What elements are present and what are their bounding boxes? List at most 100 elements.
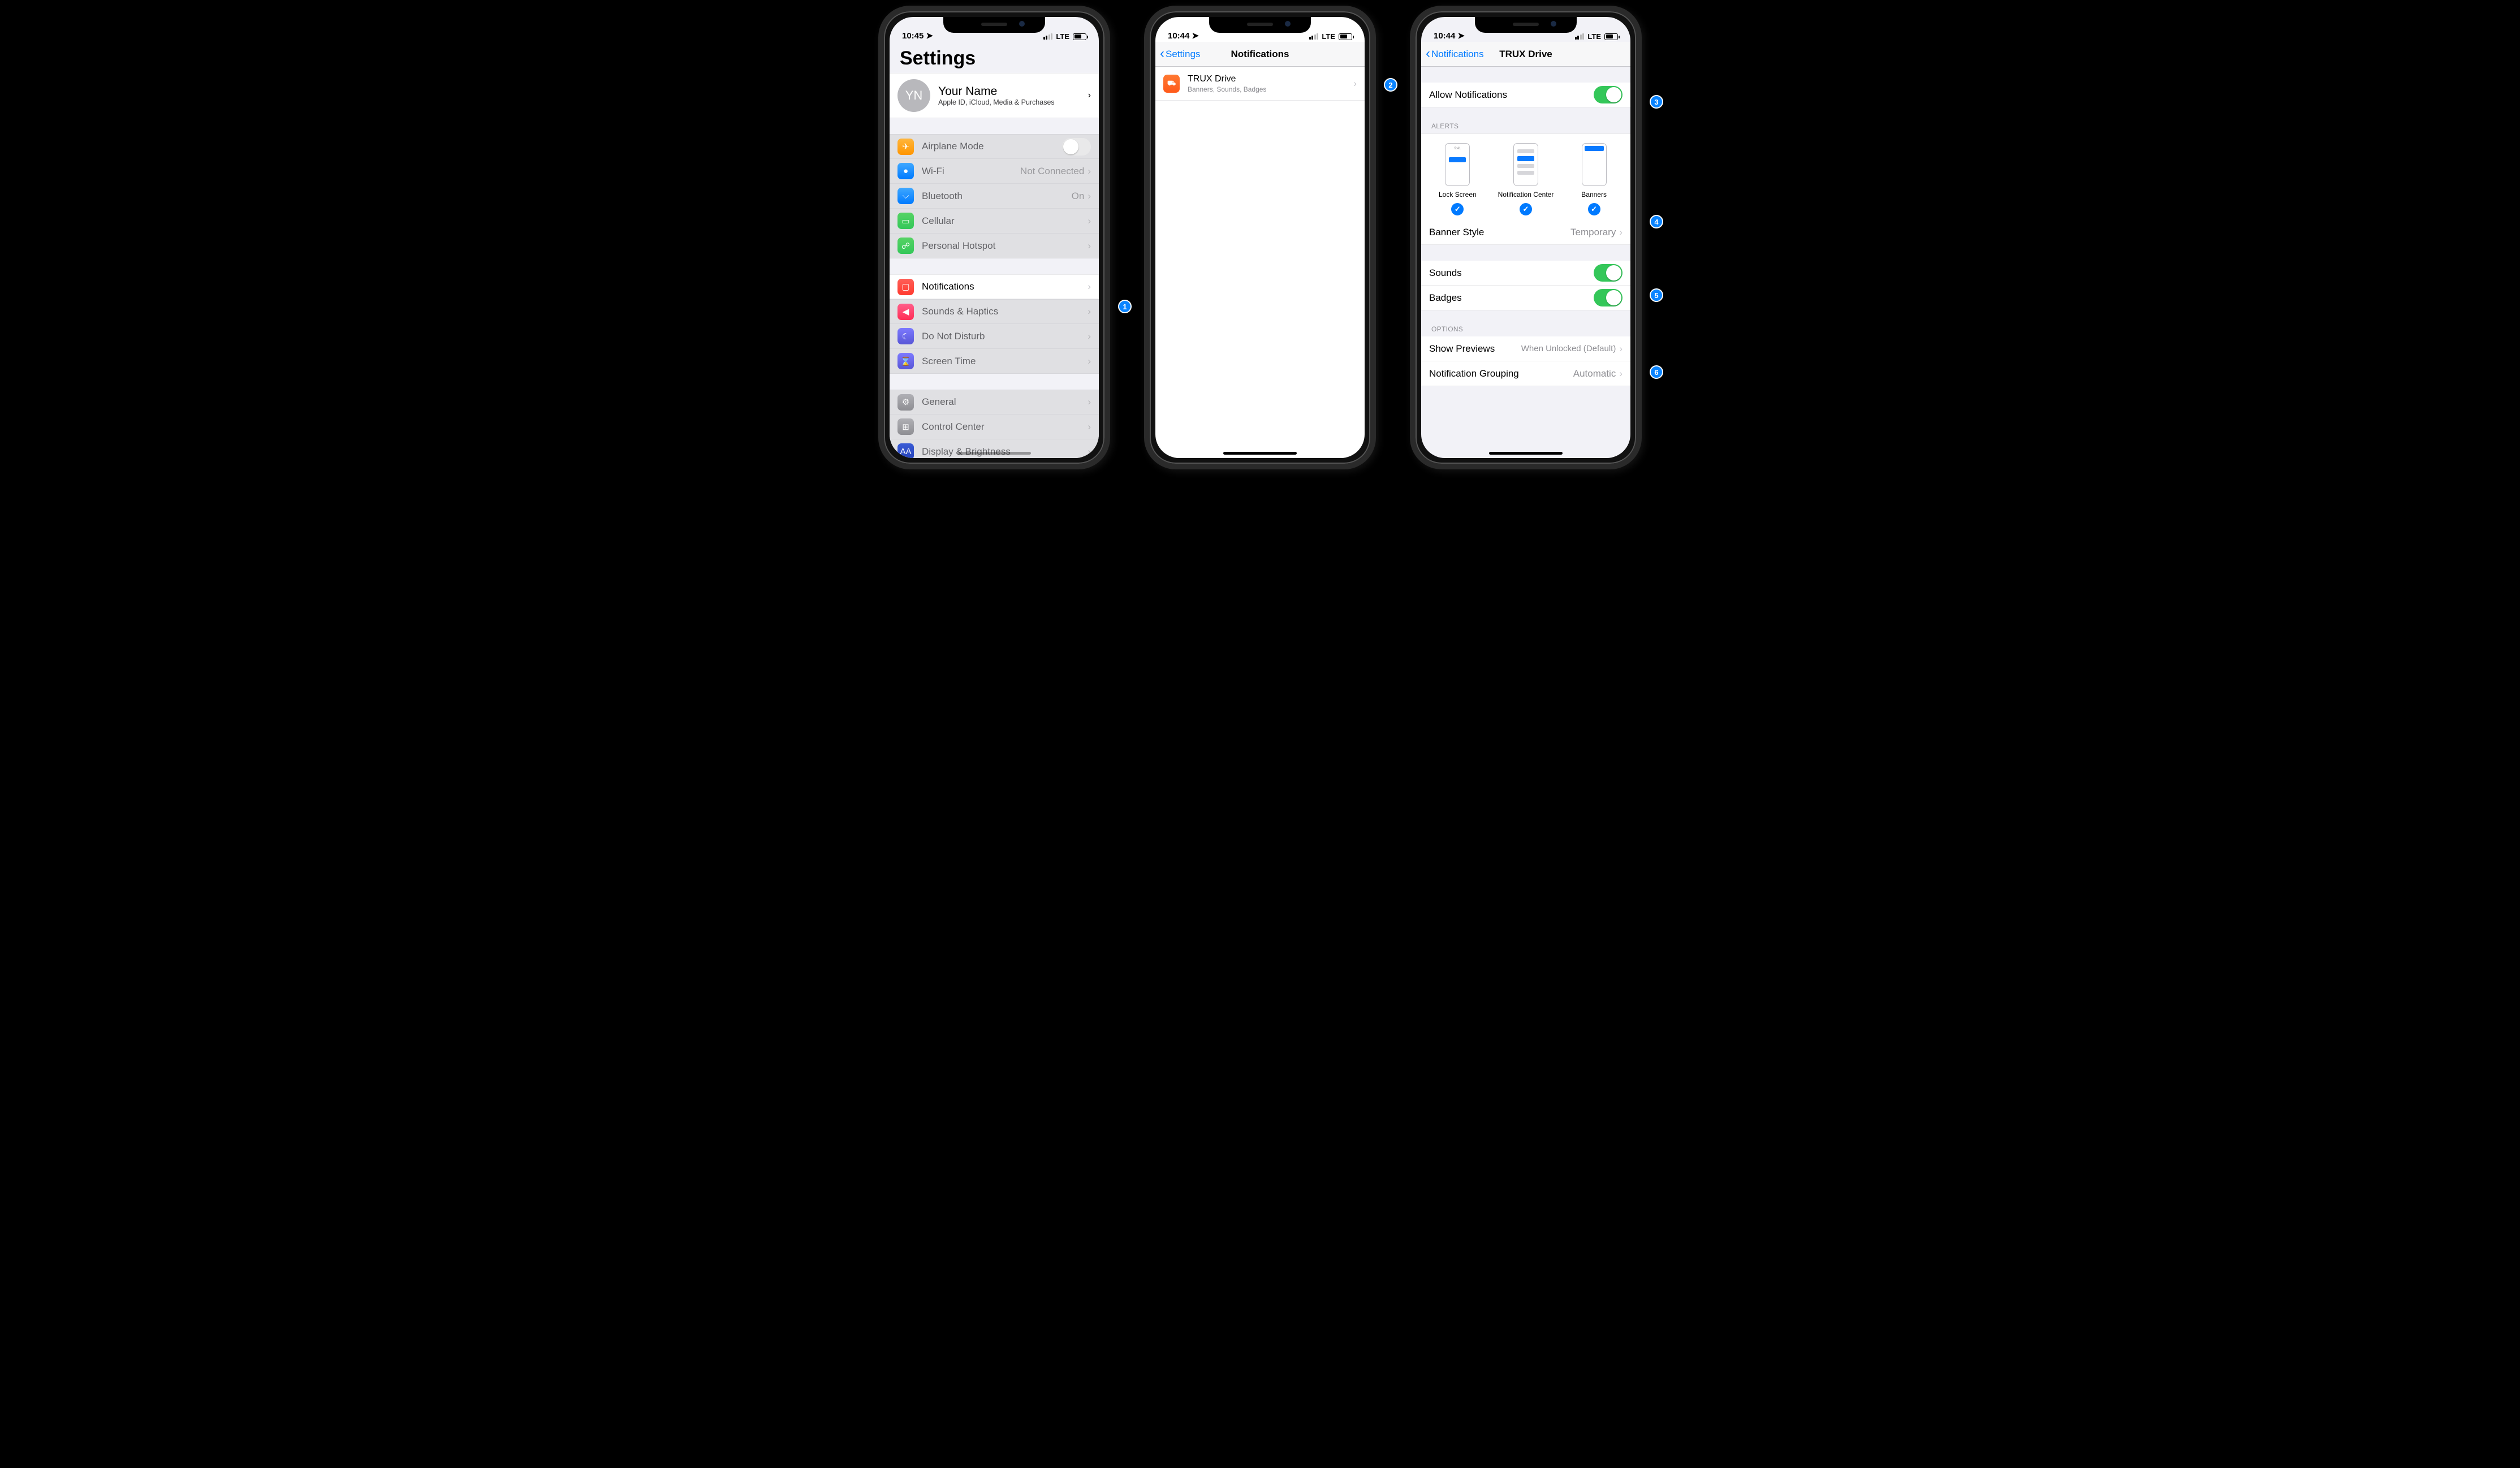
apple-id-row[interactable]: YN Your Name Apple ID, iCloud, Media & P… (890, 73, 1099, 118)
status-time: 10:44 (1168, 31, 1189, 41)
notch (1209, 17, 1311, 33)
home-indicator[interactable] (1489, 452, 1563, 455)
settings-group-general: ⚙ General› ⊞Control Center›AADisplay & Bri… (890, 390, 1099, 458)
alerts-types-row: 9:41 Lock Screen ✓ Notification Center ✓ (1421, 133, 1630, 220)
badges-row[interactable]: Badges (1421, 286, 1630, 310)
notch (1475, 17, 1577, 33)
alert-notification-center-option[interactable]: Notification Center ✓ (1492, 143, 1559, 215)
nav-bar: ‹ Settings Notifications (1155, 42, 1365, 67)
settings-group-sound: ◀Sounds & Haptics›☾Do Not Disturb›⌛Scree… (890, 299, 1099, 374)
row-label: Cellular (922, 215, 1088, 227)
settings-row[interactable]: ☾Do Not Disturb› (890, 324, 1099, 349)
settings-row[interactable]: ⌛Screen Time› (890, 349, 1099, 374)
row-icon: ⚙ (897, 394, 914, 411)
settings-row[interactable]: ⌵BluetoothOn› (890, 184, 1099, 209)
row-label: Sounds & Haptics (922, 306, 1088, 317)
chevron-right-icon: › (1088, 281, 1091, 292)
check-icon[interactable]: ✓ (1451, 203, 1464, 215)
notification-center-preview (1513, 143, 1538, 186)
badges-toggle[interactable] (1594, 289, 1623, 306)
dimmed-overlay: ✈Airplane Mode●Wi-FiNot Connected› ⌵ Bluet… (890, 134, 1099, 258)
back-button[interactable]: ‹ Settings (1160, 42, 1200, 67)
chevron-right-icon: › (1088, 356, 1091, 367)
row-value: Not Connected (1020, 166, 1084, 177)
notch (943, 17, 1045, 33)
row-label: General (922, 396, 1088, 408)
chevron-right-icon: › (1353, 78, 1357, 89)
carrier-label: LTE (1587, 32, 1601, 41)
signal-icon (1575, 33, 1585, 40)
settings-row[interactable]: ✈Airplane Mode (890, 134, 1099, 159)
chevron-left-icon: ‹ (1160, 47, 1164, 61)
settings-row[interactable]: ⚙ General› (890, 390, 1099, 415)
avatar: YN (897, 79, 930, 112)
settings-row[interactable]: ◀Sounds & Haptics› (890, 299, 1099, 324)
chevron-right-icon: › (1088, 396, 1091, 408)
row-icon: AA (897, 443, 914, 458)
row-icon: ⌵ (897, 188, 914, 204)
profile-sub: Apple ID, iCloud, Media & Purchases (938, 98, 1088, 106)
app-name: TRUX Drive (1188, 74, 1353, 84)
option-label: Lock Screen (1439, 191, 1477, 198)
row-label: Do Not Disturb (922, 331, 1088, 342)
settings-row[interactable]: ⊞Control Center› (890, 415, 1099, 439)
nav-bar: ‹ Notifications TRUX Drive (1421, 42, 1630, 67)
row-value: On (1072, 191, 1085, 202)
row-label: Bluetooth (922, 191, 1072, 202)
row-label: Notifications (922, 281, 1088, 292)
sounds-row[interactable]: Sounds (1421, 261, 1630, 286)
row-toggle[interactable] (1062, 138, 1091, 156)
location-icon: ➤ (1192, 31, 1199, 41)
show-previews-row[interactable]: Show Previews When Unlocked (Default) › (1421, 336, 1630, 361)
annotation-2: 2 (1384, 78, 1397, 92)
app-icon: ⛟ (1163, 75, 1180, 93)
battery-icon (1604, 33, 1618, 40)
allow-notifications-row[interactable]: Allow Notifications (1421, 83, 1630, 107)
row-label: Show Previews (1429, 343, 1521, 355)
options-header: OPTIONS (1421, 325, 1630, 336)
annotation-5: 5 (1650, 288, 1663, 302)
alerts-header: ALERTS (1421, 122, 1630, 133)
row-icon: ☍ (897, 238, 914, 254)
preview-time: 9:41 (1445, 147, 1469, 150)
chevron-right-icon: › (1619, 227, 1623, 238)
home-indicator[interactable] (1223, 452, 1297, 455)
app-notification-row[interactable]: ⛟ TRUX Drive Banners, Sounds, Badges › (1155, 67, 1365, 101)
device-frame: 10:44 ➤ LTE ‹ Settings Notifications ⛟ (1144, 6, 1376, 469)
alert-banners-option[interactable]: Banners ✓ (1560, 143, 1628, 215)
nav-title: Notifications (1231, 49, 1289, 60)
notifications-icon: ▢ (897, 279, 914, 295)
row-icon: ⊞ (897, 418, 914, 435)
phone-notifications-list: 10:44 ➤ LTE ‹ Settings Notifications ⛟ (1144, 6, 1376, 469)
settings-group-network: ✈Airplane Mode●Wi-FiNot Connected› ⌵ Bluet… (890, 134, 1099, 258)
sounds-toggle[interactable] (1594, 264, 1623, 282)
allow-notifications-toggle[interactable] (1594, 86, 1623, 103)
notifications-row[interactable]: ▢ Notifications › (890, 274, 1099, 299)
settings-row[interactable]: ●Wi-FiNot Connected› (890, 159, 1099, 184)
signal-icon (1309, 33, 1319, 40)
notification-grouping-row[interactable]: Notification Grouping Automatic › (1421, 361, 1630, 386)
check-icon[interactable]: ✓ (1520, 203, 1532, 215)
screen: 10:44 ➤ LTE ‹ Settings Notifications ⛟ (1155, 17, 1365, 458)
chevron-right-icon: › (1088, 306, 1091, 317)
settings-row[interactable]: ☍Personal Hotspot› (890, 234, 1099, 258)
back-label: Settings (1166, 49, 1200, 60)
settings-row[interactable]: AADisplay & Brightness› (890, 439, 1099, 458)
alert-lock-screen-option[interactable]: 9:41 Lock Screen ✓ (1424, 143, 1491, 215)
option-label: Banners (1581, 191, 1607, 198)
banner-style-row[interactable]: Banner Style Temporary › (1421, 220, 1630, 245)
status-time: 10:45 (902, 31, 924, 41)
phone-settings: 10:45 ➤ LTE Settings YN Your Name Apple … (878, 6, 1110, 469)
check-icon[interactable]: ✓ (1588, 203, 1600, 215)
chevron-right-icon: › (1088, 215, 1091, 227)
row-value: When Unlocked (Default) (1521, 344, 1616, 353)
row-value: Temporary (1570, 227, 1616, 238)
dimmed-overlay: ◀Sounds & Haptics›☾Do Not Disturb›⌛Scree… (890, 299, 1099, 458)
row-label: Sounds (1429, 267, 1594, 279)
annotation-1: 1 (1118, 300, 1132, 313)
back-button[interactable]: ‹ Notifications (1426, 42, 1484, 67)
settings-row[interactable]: ▭Cellular› (890, 209, 1099, 234)
carrier-label: LTE (1322, 32, 1335, 41)
location-icon: ➤ (926, 31, 933, 41)
row-icon: ☾ (897, 328, 914, 344)
